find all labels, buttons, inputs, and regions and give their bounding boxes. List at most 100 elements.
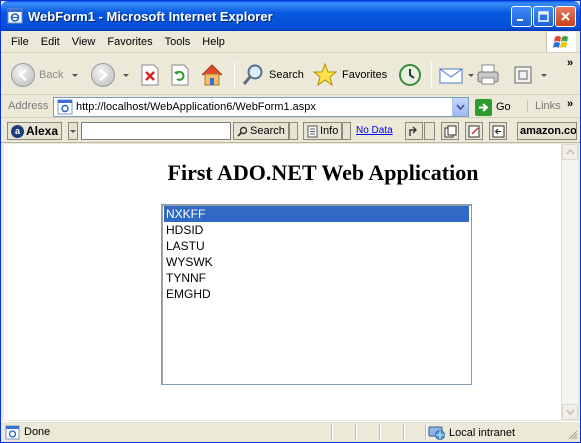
maximize-button[interactable] <box>533 6 554 27</box>
links-chevron-icon[interactable]: » <box>567 98 573 110</box>
windows-logo-icon <box>546 32 576 52</box>
page-viewport: First ADO.NET Web Application NXKFF HDSID… <box>4 144 561 420</box>
forward-arrow-icon <box>91 63 115 87</box>
mail-dropdown-icon[interactable] <box>468 73 474 77</box>
list-option[interactable]: EMGHD <box>164 286 469 302</box>
alexa-search-input[interactable] <box>81 122 231 140</box>
zone-label: Local intranet <box>449 426 516 439</box>
alexa-search-label: Search <box>250 125 285 137</box>
toolbar-separator <box>431 62 432 88</box>
go-arrow-icon <box>475 98 492 116</box>
resize-grip-icon[interactable] <box>566 428 578 440</box>
favorites-label: Favorites <box>342 69 388 81</box>
toolbar-chevron-icon[interactable]: » <box>567 57 573 69</box>
print-button[interactable] <box>475 60 501 90</box>
status-text: Done <box>24 426 51 438</box>
status-bar: Done Local intranet <box>1 421 580 442</box>
magnifier-icon <box>242 64 263 85</box>
scroll-down-button[interactable] <box>562 404 578 420</box>
list-option[interactable]: LASTU <box>164 238 469 254</box>
address-url: http://localhost/WebApplication6/WebForm… <box>76 101 316 113</box>
search-button[interactable]: Search <box>241 60 304 90</box>
page-title: First ADO.NET Web Application <box>167 160 479 185</box>
alexa-info-dropdown[interactable] <box>342 122 351 140</box>
back-dropdown-icon[interactable] <box>72 73 79 77</box>
go-label: Go <box>496 101 511 113</box>
close-icon <box>561 12 570 21</box>
address-bar: Address http://localhost/WebApplication6… <box>1 96 580 118</box>
chevron-down-icon <box>565 409 575 415</box>
forward-button[interactable] <box>91 60 129 90</box>
search-label: Search <box>269 69 304 81</box>
alexa-search-dropdown[interactable] <box>289 122 298 140</box>
alexa-logo-button[interactable]: a Alexa <box>7 122 63 140</box>
title-bar[interactable]: WebForm1 - Microsoft Internet Explorer <box>1 1 580 31</box>
history-button[interactable] <box>397 60 423 90</box>
menu-edit[interactable]: Edit <box>36 36 67 48</box>
status-divider <box>355 424 357 441</box>
edit-button[interactable] <box>513 60 547 90</box>
alexa-info-label: Info <box>320 125 339 137</box>
page-icon <box>57 99 73 115</box>
menu-tools[interactable]: Tools <box>160 36 198 48</box>
back-label: Back <box>39 69 64 81</box>
browser-window: WebForm1 - Microsoft Internet Explorer F… <box>0 0 581 443</box>
stop-icon <box>141 64 159 86</box>
go-button[interactable]: Go <box>475 98 511 116</box>
list-option[interactable]: WYSWK <box>164 254 469 270</box>
intranet-globe-icon <box>428 426 445 440</box>
listbox[interactable]: NXKFF HDSID LASTU WYSWK TYNNF EMGHD <box>161 204 472 385</box>
alexa-highlight-button[interactable] <box>465 122 483 140</box>
alexa-logo-label: Alexa <box>26 124 59 138</box>
alexa-back-button[interactable] <box>489 122 507 140</box>
address-input[interactable]: http://localhost/WebApplication6/WebForm… <box>53 97 469 117</box>
home-icon <box>201 64 223 86</box>
maximize-icon <box>538 11 549 22</box>
edit-page-icon <box>514 66 532 84</box>
minimize-button[interactable] <box>511 6 532 27</box>
mail-button[interactable] <box>438 60 474 90</box>
related-links-icon <box>408 126 417 136</box>
security-zone: Local intranet <box>428 424 515 441</box>
alexa-dropdown-button[interactable] <box>68 122 78 140</box>
alexa-related-button[interactable] <box>405 122 423 140</box>
links-button[interactable]: Links <box>527 100 561 112</box>
address-dropdown-button[interactable] <box>452 98 468 116</box>
alexa-info-button[interactable]: Info <box>303 122 343 140</box>
stop-button[interactable] <box>139 60 161 90</box>
home-button[interactable] <box>199 60 225 90</box>
chevron-down-icon <box>456 104 465 110</box>
scroll-up-button[interactable] <box>562 144 578 160</box>
star-icon <box>312 62 338 87</box>
close-button[interactable] <box>555 6 576 27</box>
amazon-button[interactable]: amazon.com <box>517 122 577 140</box>
menu-file[interactable]: File <box>1 36 36 48</box>
forward-dropdown-icon[interactable] <box>123 73 129 77</box>
alexa-archive-button[interactable] <box>441 122 459 140</box>
back-button[interactable]: Back <box>11 60 79 90</box>
alexa-related-dropdown[interactable] <box>424 122 435 140</box>
chevron-down-icon <box>70 129 76 133</box>
alexa-no-data-link[interactable]: No Data <box>356 125 393 136</box>
info-page-icon <box>307 125 318 137</box>
chevron-up-icon <box>565 149 575 155</box>
vertical-scrollbar[interactable] <box>561 144 578 420</box>
status-divider <box>425 424 427 441</box>
address-label: Address <box>8 100 49 112</box>
menu-help[interactable]: Help <box>197 36 232 48</box>
document-edit-icon <box>468 125 479 137</box>
status-divider <box>331 424 333 441</box>
list-option[interactable]: HDSID <box>164 222 469 238</box>
menu-favorites[interactable]: Favorites <box>102 36 159 48</box>
menu-view[interactable]: View <box>67 36 103 48</box>
favorites-button[interactable]: Favorites <box>312 60 387 90</box>
refresh-button[interactable] <box>169 60 191 90</box>
list-option[interactable]: TYNNF <box>164 270 469 286</box>
alexa-search-button[interactable]: Search <box>233 122 289 140</box>
status-divider <box>403 424 405 441</box>
page-done-icon <box>5 425 20 440</box>
status-divider <box>379 424 381 441</box>
list-option[interactable]: NXKFF <box>164 206 469 222</box>
edit-dropdown-icon[interactable] <box>541 73 547 77</box>
alexa-icon: a <box>11 124 24 138</box>
